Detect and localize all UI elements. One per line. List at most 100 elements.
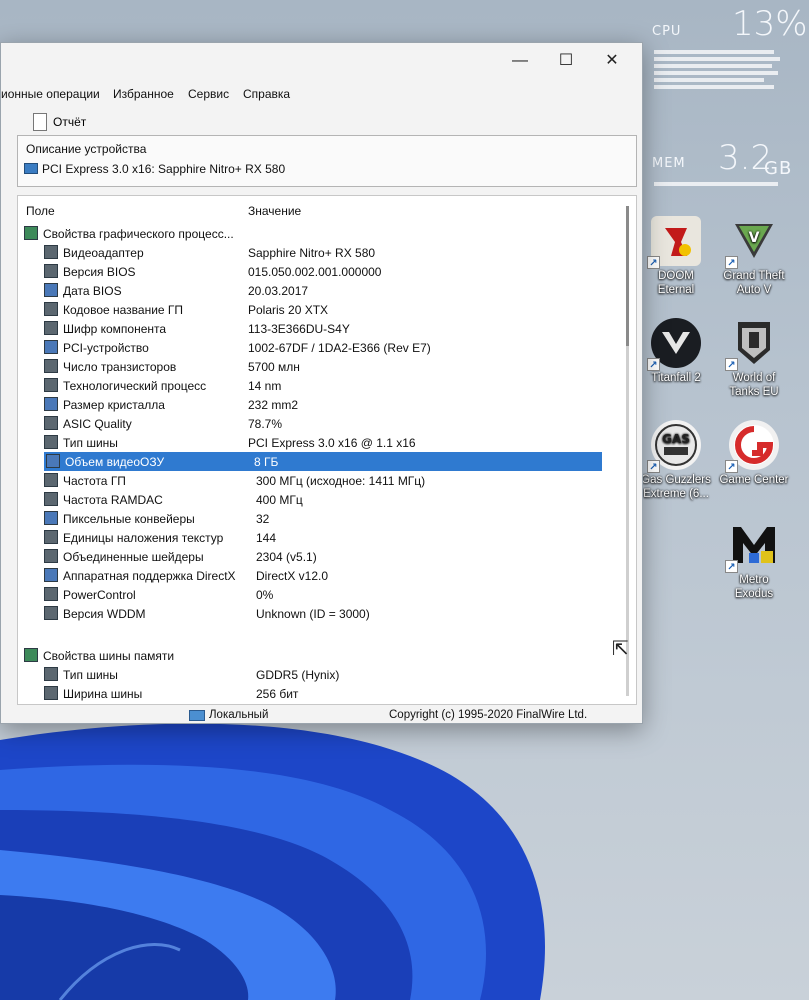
desktop-icon-label: Grand Theft Auto V — [723, 270, 785, 296]
report-button[interactable]: Отчёт — [33, 111, 86, 133]
property-row[interactable]: Число транзисторов 5700 млн — [18, 357, 618, 376]
svg-text:V: V — [749, 230, 760, 246]
property-row[interactable]: Видеоадаптер Sapphire Nitro+ RX 580 — [18, 243, 618, 262]
property-value: Sapphire Nitro+ RX 580 — [248, 246, 376, 260]
property-icon — [44, 473, 58, 487]
properties-list[interactable]: Поле Значение Свойства графического проц… — [17, 195, 637, 705]
property-row[interactable]: Объем видеоОЗУ 8 ГБ — [44, 452, 602, 471]
cpu-bars — [654, 50, 782, 92]
property-row[interactable]: Версия WDDM Unknown (ID = 3000) — [18, 604, 618, 623]
property-value: 2304 (v5.1) — [256, 550, 317, 564]
property-row[interactable]: Пиксельные конвейеры 32 — [18, 509, 618, 528]
property-row[interactable]: Технологический процесс 14 nm — [18, 376, 618, 395]
property-row[interactable]: Частота RAMDAC 400 МГц — [18, 490, 618, 509]
minimize-button[interactable]: — — [497, 49, 543, 73]
desktop-icon-label: World of Tanks EU — [729, 372, 779, 398]
property-name: Тип шины — [63, 668, 118, 682]
device-description-panel: Описание устройства PCI Express 3.0 x16:… — [17, 135, 637, 187]
desktop-icon-gas-guzzlers[interactable]: GAS ↗ Gas Guzzlers Extreme (6... — [636, 420, 716, 501]
column-header-field[interactable]: Поле — [26, 204, 55, 218]
svg-text:GAS: GAS — [662, 432, 690, 446]
desktop-icon-doom[interactable]: ↗ DOOM Eternal — [636, 216, 716, 297]
property-icon — [44, 549, 58, 563]
mem-bars — [654, 182, 782, 189]
property-value: 0% — [256, 588, 274, 602]
property-row[interactable]: Единицы наложения текстур 144 — [18, 528, 618, 547]
menu-item-favorites[interactable]: Избранное — [113, 87, 174, 101]
group-icon — [24, 226, 38, 240]
property-group-row[interactable]: Свойства графического процесс... — [18, 224, 618, 243]
property-row[interactable]: ASIC Quality 78.7% — [18, 414, 618, 433]
device-description-title: Описание устройства — [26, 142, 147, 156]
desktop-icon-gta[interactable]: V ↗ Grand Theft Auto V — [714, 216, 794, 297]
property-row[interactable]: Размер кристалла 232 mm2 — [18, 395, 618, 414]
desktop-icon-world-of-tanks[interactable]: ↗ World of Tanks EU — [714, 318, 794, 399]
property-value: 144 — [256, 531, 277, 545]
property-value: 20.03.2017 — [248, 284, 309, 298]
property-icon — [44, 606, 58, 620]
system-monitor-gadget: CPU 13% MEM 3.2 GB — [652, 0, 808, 200]
property-icon — [44, 492, 58, 506]
desktop-icon-metro-exodus[interactable]: ↗ Metro Exodus — [714, 520, 794, 601]
property-row[interactable]: Тип шины GDDR5 (Hynix) — [18, 665, 618, 684]
property-icon — [44, 530, 58, 544]
property-group-row[interactable]: Свойства шины памяти — [18, 646, 618, 665]
property-name: Размер кристалла — [63, 398, 165, 412]
desktop-icon-game-center[interactable]: ↗ Game Center — [714, 420, 794, 487]
property-value: Polaris 20 XTX — [248, 303, 329, 317]
property-name: PowerControl — [63, 588, 136, 602]
property-value: 32 — [256, 512, 270, 526]
property-name: Версия WDDM — [63, 607, 146, 621]
property-value: 400 МГц — [256, 493, 303, 507]
menu-item-service[interactable]: Сервис — [188, 87, 229, 101]
property-value: 8 ГБ — [254, 455, 279, 469]
desktop-icon-label: Gas Guzzlers Extreme (6... — [641, 474, 711, 500]
property-row[interactable]: Версия BIOS 015.050.002.001.000000 — [18, 262, 618, 281]
titanfall-icon: ↗ — [647, 318, 701, 371]
property-name: PCI-устройство — [63, 341, 149, 355]
property-row[interactable]: Тип шины PCI Express 3.0 x16 @ 1.1 x16 — [18, 433, 618, 452]
menu-item-help[interactable]: Справка — [243, 87, 290, 101]
device-description-value: PCI Express 3.0 x16: Sapphire Nitro+ RX … — [42, 162, 286, 176]
property-name: Частота ГП — [63, 474, 126, 488]
cpu-label: CPU — [652, 24, 682, 39]
property-value: GDDR5 (Hynix) — [256, 668, 340, 682]
property-row[interactable]: PCI-устройство 1002-67DF / 1DA2-E366 (Rev… — [18, 338, 618, 357]
property-name: Ширина шины — [63, 687, 143, 701]
property-row[interactable]: Объединенные шейдеры 2304 (v5.1) — [18, 547, 618, 566]
property-value: 015.050.002.001.000000 — [248, 265, 382, 279]
close-button[interactable]: ✕ — [589, 49, 635, 73]
property-row[interactable]: Шифр компонента 113-3E366DU-S4Y — [18, 319, 618, 338]
property-icon — [44, 511, 58, 525]
property-row[interactable]: Кодовое название ГП Polaris 20 XTX — [18, 300, 618, 319]
property-name: Тип шины — [63, 436, 118, 450]
property-row[interactable]: Дата BIOS 20.03.2017 — [18, 281, 618, 300]
property-value: 78.7% — [248, 417, 283, 431]
report-icon — [33, 113, 47, 131]
property-value: Unknown (ID = 3000) — [256, 607, 370, 621]
desktop-icon-titanfall[interactable]: ↗ Titanfall 2 — [636, 318, 716, 385]
property-icon — [44, 340, 58, 354]
property-row[interactable]: PowerControl 0% — [18, 585, 618, 604]
maximize-button[interactable]: ☐ — [543, 49, 589, 73]
property-value: 300 МГц (исходное: 1411 МГц) — [256, 474, 426, 488]
property-row[interactable]: Ширина шины 256 бит — [18, 684, 618, 703]
title-bar[interactable]: — ☐ ✕ — [1, 43, 642, 79]
gas-guzzlers-icon: GAS ↗ — [647, 420, 701, 473]
status-location: Локальный — [209, 709, 269, 721]
property-row[interactable]: Частота ГП 300 МГц (исходное: 1411 МГц) — [18, 471, 618, 490]
property-icon — [44, 321, 58, 335]
computer-icon — [189, 710, 205, 721]
property-name: ASIC Quality — [63, 417, 132, 431]
scrollbar-thumb[interactable] — [626, 206, 629, 346]
list-scrollbar[interactable] — [626, 206, 629, 696]
column-header-value[interactable]: Значение — [248, 204, 301, 218]
property-icon — [44, 416, 58, 430]
wallpaper-bloom — [0, 700, 620, 1000]
property-name: Пиксельные конвейеры — [63, 512, 195, 526]
property-name: Кодовое название ГП — [63, 303, 184, 317]
property-name: Свойства графического процесс... — [43, 227, 234, 241]
menu-item-operations[interactable]: ионные операции — [1, 87, 100, 101]
wot-icon: ↗ — [725, 318, 779, 371]
property-row[interactable]: Аппаратная поддержка DirectX DirectX v12.… — [18, 566, 618, 585]
